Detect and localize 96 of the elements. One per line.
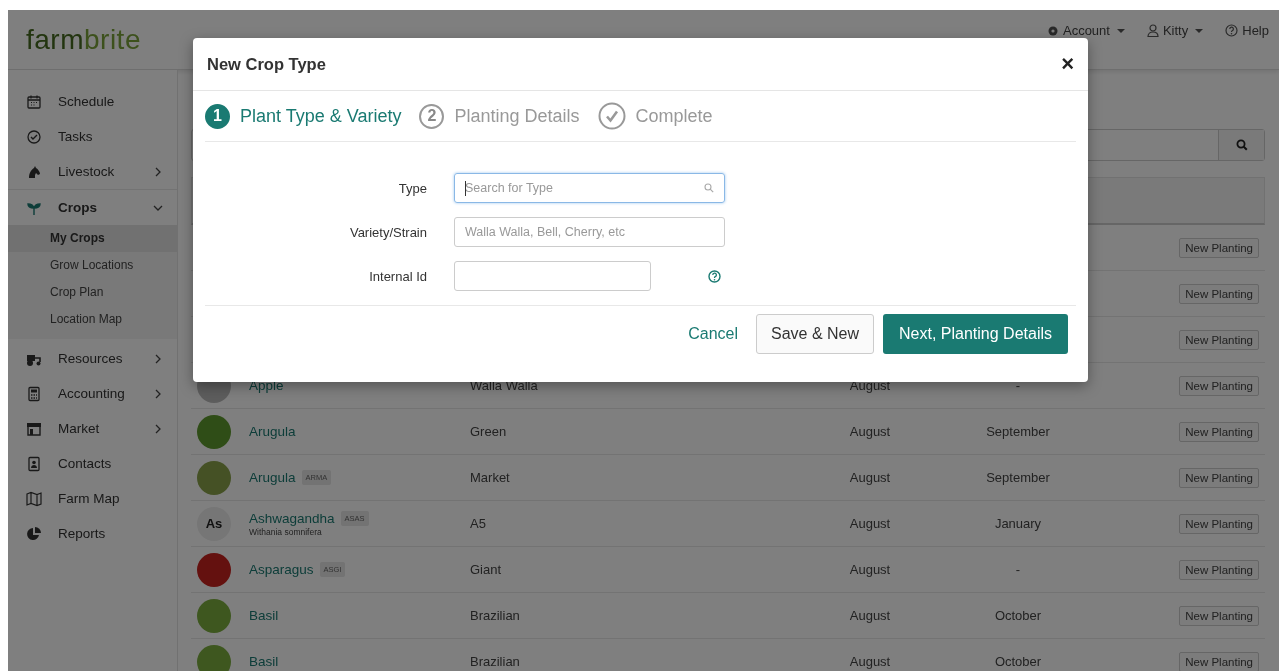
table-cell: August (849, 562, 891, 577)
save-new-button[interactable]: Save & New (756, 314, 875, 354)
table-cell: August (849, 424, 891, 439)
sidebar-item[interactable]: Farm Map (8, 481, 177, 516)
submenu-item[interactable]: Grow Locations (8, 252, 177, 279)
caret-icon (1195, 28, 1204, 33)
sidebar-item[interactable]: Schedule (8, 84, 177, 119)
table-cell: August (849, 516, 891, 531)
crop-name-link[interactable]: Basil (249, 608, 279, 623)
wizard-step: 1 Plant Type & Variety (205, 103, 402, 129)
table-cell: August (849, 654, 891, 669)
table-cell: Green (470, 424, 507, 439)
storefront-icon (26, 420, 42, 437)
pie-chart-icon (26, 525, 42, 542)
table-cell: Giant (470, 562, 502, 577)
sidebar-item[interactable]: Market (8, 411, 177, 446)
new-planting-button[interactable]: New Planting (1179, 651, 1259, 671)
table-cell: October (994, 608, 1042, 623)
modal-title: New Crop Type (207, 54, 326, 74)
table-cell: August (849, 470, 891, 485)
field-label: Internal Id (368, 268, 427, 284)
submenu-item[interactable]: Location Map (8, 306, 177, 333)
person-icon (1146, 24, 1159, 37)
submenu-item[interactable]: Crop Plan (8, 279, 177, 306)
help-icon (1225, 24, 1239, 37)
crop-name-link[interactable]: Arugula (249, 424, 296, 439)
new-planting-button[interactable]: New Planting (1179, 329, 1259, 350)
check-circle-icon (26, 128, 42, 145)
table-cell: October (994, 654, 1042, 669)
wizard-step: Complete (597, 102, 713, 130)
crop-name-link[interactable]: Ashwagandha (249, 510, 335, 526)
calendar-icon (26, 93, 42, 110)
sidebar-item[interactable]: Reports (8, 516, 177, 551)
table-cell: Brazilian (470, 654, 520, 669)
table-cell: September (986, 470, 1050, 485)
check-circle-icon (597, 102, 626, 130)
crop-name-link[interactable]: Arugula (249, 470, 296, 485)
sidebar-item[interactable]: Resources (8, 341, 177, 376)
submenu-item[interactable]: My Crops (8, 225, 177, 252)
photo-placeholder (197, 552, 231, 587)
chevron-right-icon (153, 388, 163, 399)
table-cell: A5 (470, 516, 486, 531)
chevron-right-icon (153, 166, 163, 177)
search-field[interactable]: Search for Type (454, 173, 725, 203)
nav-link[interactable]: Help (1225, 23, 1269, 38)
table-cell: January (994, 516, 1042, 531)
new-planting-button[interactable]: New Planting (1179, 605, 1259, 626)
new-planting-button[interactable]: New Planting (1179, 237, 1259, 258)
step-number: 2 (419, 103, 445, 129)
crop-name-link[interactable]: Basil (249, 654, 279, 669)
photo-placeholder (197, 414, 231, 449)
chevron-right-icon (153, 423, 163, 434)
contact-card-icon (26, 455, 42, 472)
table-cell: August (849, 608, 891, 623)
table-cell: - (1015, 378, 1021, 393)
sidebar-item[interactable]: Livestock (8, 154, 177, 189)
photo-placeholder (197, 598, 231, 633)
input-field[interactable] (454, 261, 651, 291)
caret-icon (1116, 28, 1125, 33)
photo-placeholder (197, 460, 231, 495)
table-cell: - (1015, 562, 1021, 577)
new-planting-button[interactable]: New Planting (1179, 467, 1259, 488)
sidebar-item[interactable]: Contacts (8, 446, 177, 481)
input-field[interactable]: Walla Walla, Bell, Cherry, etc (454, 217, 725, 247)
step-number: 1 (205, 103, 230, 129)
cancel-link[interactable]: Cancel (688, 325, 738, 343)
nav-dropdown[interactable]: Kitty (1146, 23, 1204, 38)
next-button[interactable]: Next, Planting Details (883, 314, 1068, 354)
sidebar-item[interactable]: Accounting (8, 376, 177, 411)
initials-avatar: As (197, 506, 231, 541)
crop-name-link[interactable]: Apple (249, 378, 284, 393)
table-cell: Brazilian (470, 608, 520, 623)
search-icon (1235, 139, 1248, 151)
wizard-step: 2 Planting Details (419, 103, 580, 129)
scientific-name: Withania somnifera (249, 526, 323, 537)
new-planting-button[interactable]: New Planting (1179, 421, 1259, 442)
table-cell: August (849, 378, 891, 393)
chevron-right-icon (153, 353, 163, 364)
sidebar-item[interactable]: Tasks (8, 119, 177, 154)
search-icon (704, 183, 714, 193)
new-planting-button[interactable]: New Planting (1179, 559, 1259, 580)
new-planting-button[interactable]: New Planting (1179, 513, 1259, 534)
field-label: Variety/Strain (348, 224, 427, 240)
table-cell: September (986, 424, 1050, 439)
photo-placeholder (197, 644, 231, 671)
table-cell: Market (470, 470, 510, 485)
crop-name-link[interactable]: Asparagus (249, 562, 314, 577)
new-planting-button[interactable]: New Planting (1179, 375, 1259, 396)
close-button[interactable]: × (1061, 53, 1074, 75)
nav-dropdown[interactable]: Account (1046, 23, 1125, 38)
field-label: Type (397, 180, 427, 196)
search-button[interactable] (1218, 130, 1264, 160)
farmbrite-logo[interactable]: farmbrite (26, 23, 141, 56)
new-planting-button[interactable]: New Planting (1179, 283, 1259, 304)
calculator-icon (26, 385, 42, 402)
map-icon (26, 490, 42, 507)
